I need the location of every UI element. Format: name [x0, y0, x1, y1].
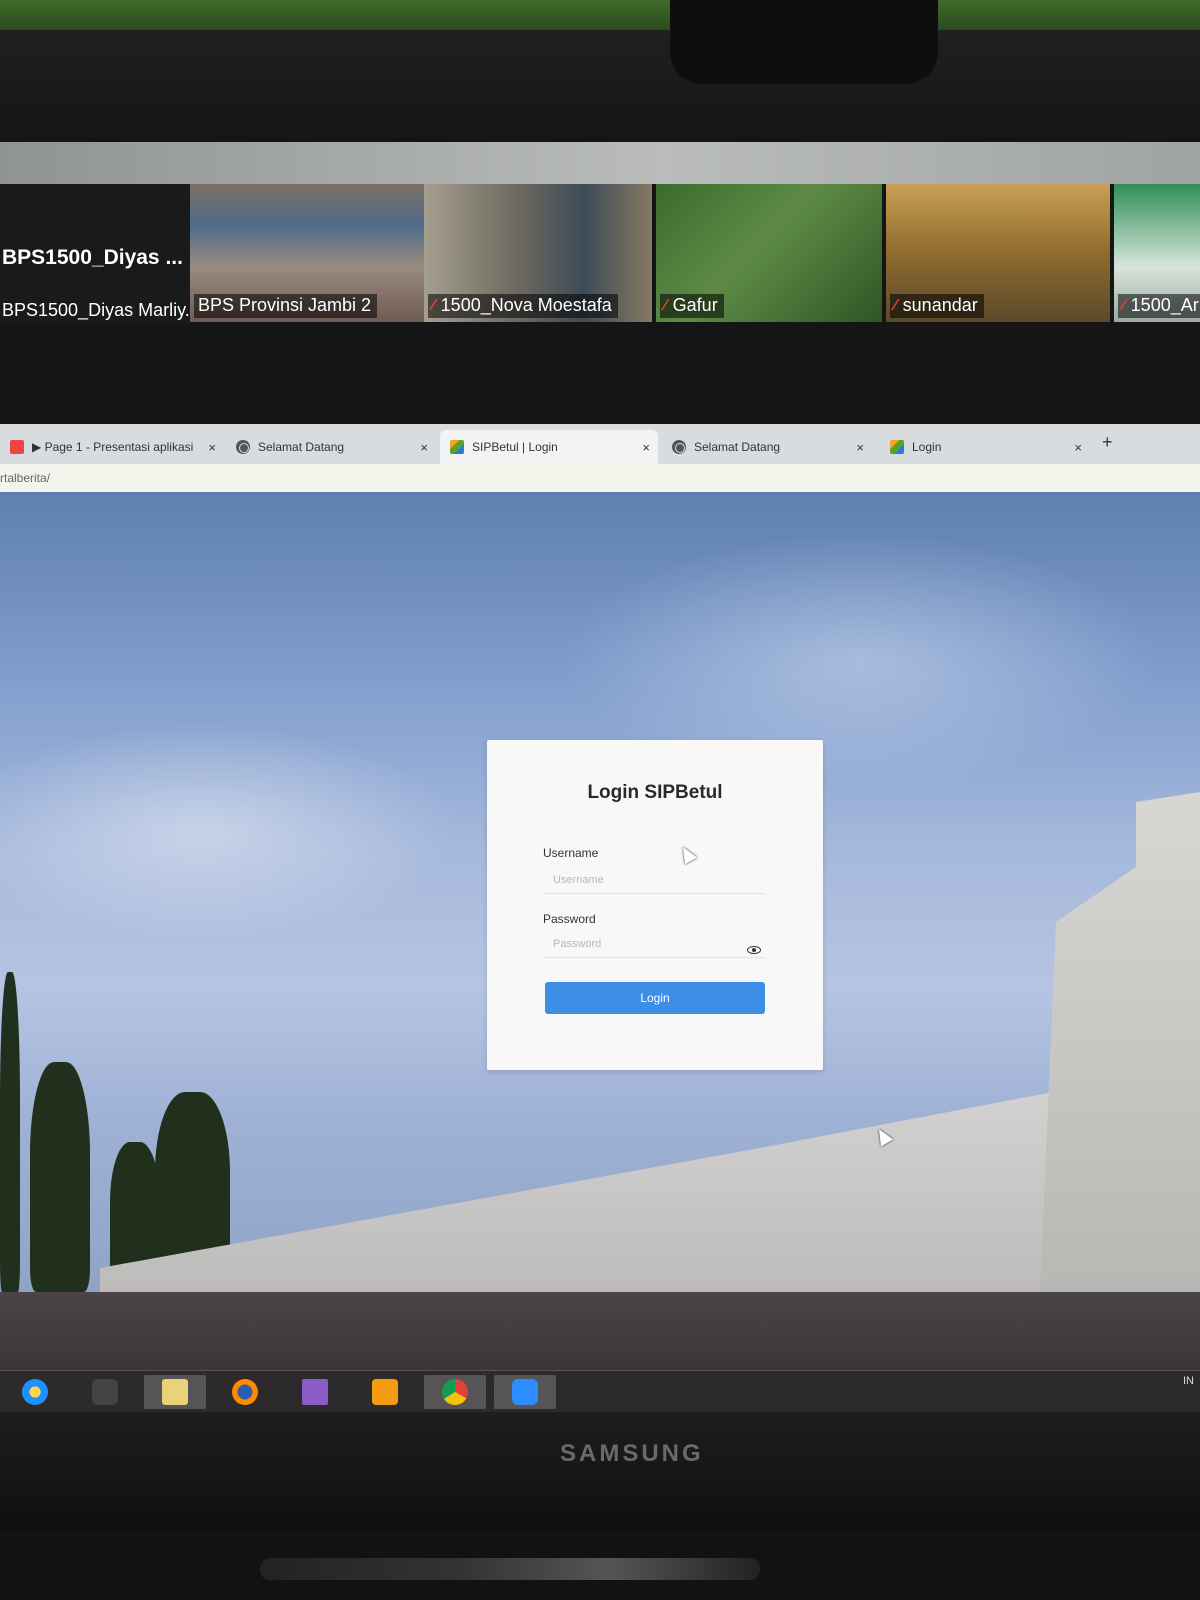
zoom-participant-strip: BPS1500_Diyas ... BPS1500_Diyas Marliy..…: [0, 184, 1200, 424]
participant-name: 1500_Nova Moestafa: [440, 295, 612, 315]
taskbar-item[interactable]: [354, 1375, 416, 1409]
close-tab-icon[interactable]: ×: [1074, 440, 1082, 455]
password-label: Password: [543, 912, 596, 926]
mic-muted-icon: ⁄: [432, 296, 435, 314]
username-input[interactable]: [543, 866, 765, 894]
taskbar-item[interactable]: [144, 1375, 206, 1409]
participant-tile[interactable]: ⁄ sunandar: [886, 184, 1110, 322]
chrome-icon: [442, 1379, 468, 1405]
participant-tile[interactable]: ⁄ 1500_Ar: [1114, 184, 1200, 322]
folder-icon: [162, 1379, 188, 1405]
mic-muted-icon: ⁄: [894, 296, 897, 314]
browser-tab-active[interactable]: SIPBetul | Login ×: [440, 430, 658, 464]
password-input[interactable]: [543, 930, 765, 958]
taskbar-item[interactable]: [494, 1375, 556, 1409]
user-icon: [92, 1379, 118, 1405]
participant-label: ⁄ sunandar: [890, 294, 984, 318]
mic-muted-icon: ⁄: [1122, 296, 1125, 314]
background-wall: [0, 0, 1200, 30]
new-tab-button[interactable]: +: [1102, 432, 1113, 453]
close-tab-icon[interactable]: ×: [856, 440, 864, 455]
browser-tab[interactable]: Selamat Datang ×: [226, 430, 436, 464]
active-speaker-tile[interactable]: BPS1500_Diyas ... BPS1500_Diyas Marliy..…: [0, 184, 200, 324]
zoom-icon: [512, 1379, 538, 1405]
participant-label: BPS Provinsi Jambi 2: [194, 294, 378, 318]
participant-name: Gafur: [672, 295, 718, 315]
tab-title: ▶ Page 1 - Presentasi aplikasi: [32, 440, 194, 454]
tab-title: SIPBetul | Login: [472, 440, 558, 454]
login-button[interactable]: Login: [545, 982, 765, 1014]
close-tab-icon[interactable]: ×: [208, 440, 216, 455]
building-tower: [1040, 792, 1200, 1292]
windows-taskbar: IN: [0, 1370, 1200, 1412]
taskbar-item[interactable]: [214, 1375, 276, 1409]
desk: [0, 1530, 1200, 1600]
participant-tile[interactable]: ⁄ Gafur: [656, 184, 882, 322]
tree: [0, 972, 20, 1292]
show-password-icon[interactable]: [747, 946, 761, 954]
browser-tab[interactable]: ▶ Page 1 - Presentasi aplikasi ×: [0, 430, 224, 464]
tab-title: Selamat Datang: [258, 440, 345, 454]
participant-name: 1500_Ar: [1130, 295, 1199, 315]
tab-title: Login: [912, 440, 942, 454]
participant-tile[interactable]: ⁄ 1500_Nova Moestafa: [424, 184, 652, 322]
username-label: Username: [543, 846, 599, 860]
login-page: Login SIPBetul Username Password Login: [0, 492, 1200, 1292]
login-title: Login SIPBetul: [587, 782, 723, 803]
bps-favicon-icon: [450, 440, 464, 454]
globe-icon: [672, 440, 686, 454]
browser-tab[interactable]: Login ×: [880, 430, 1090, 464]
login-card: Login SIPBetul Username Password Login: [487, 740, 823, 1070]
close-tab-icon[interactable]: ×: [642, 440, 650, 455]
mic-muted-icon: ⁄: [664, 296, 667, 314]
monitor-bezel-top: [0, 30, 1200, 142]
participant-name: sunandar: [902, 295, 978, 315]
globe-icon: [236, 440, 250, 454]
tab-title: Selamat Datang: [694, 440, 781, 454]
participant-label: ⁄ 1500_Ar: [1118, 294, 1200, 318]
visual-studio-icon: [302, 1379, 328, 1405]
tree: [30, 1062, 90, 1292]
language-indicator[interactable]: IN: [1183, 1375, 1194, 1387]
building: [100, 1064, 1200, 1292]
taskbar-item[interactable]: [4, 1375, 66, 1409]
bps-favicon-icon: [890, 440, 904, 454]
pen: [260, 1558, 760, 1580]
ie-icon: [22, 1379, 48, 1405]
cloud: [0, 722, 460, 942]
screen-lower-area: [0, 1292, 1200, 1370]
address-bar[interactable]: rtalberita/: [0, 464, 1200, 492]
webcam: [670, 0, 938, 84]
participant-name: BPS Provinsi Jambi 2: [198, 295, 372, 315]
close-tab-icon[interactable]: ×: [420, 440, 428, 455]
screen-glare: [0, 142, 1200, 184]
participant-label: ⁄ 1500_Nova Moestafa: [428, 294, 618, 318]
browser-tab-bar: ▶ Page 1 - Presentasi aplikasi × Selamat…: [0, 424, 1200, 464]
active-speaker-title: BPS1500_Diyas ...: [2, 246, 183, 269]
taskbar-item[interactable]: [284, 1375, 346, 1409]
monitor-bezel-bottom: SAMSUNG: [0, 1412, 1200, 1530]
taskbar-item[interactable]: [74, 1375, 136, 1409]
taskbar-item[interactable]: [424, 1375, 486, 1409]
monitor-brand-logo: SAMSUNG: [560, 1440, 704, 1467]
participant-label: ⁄ Gafur: [660, 294, 724, 318]
firefox-icon: [232, 1379, 258, 1405]
media-player-icon: [372, 1379, 398, 1405]
active-speaker-name: BPS1500_Diyas Marliy...: [2, 300, 200, 320]
participant-tile[interactable]: BPS Provinsi Jambi 2: [190, 184, 424, 322]
app-icon: [10, 440, 24, 454]
url-text[interactable]: rtalberita/: [0, 471, 50, 485]
browser-tab[interactable]: Selamat Datang ×: [662, 430, 872, 464]
